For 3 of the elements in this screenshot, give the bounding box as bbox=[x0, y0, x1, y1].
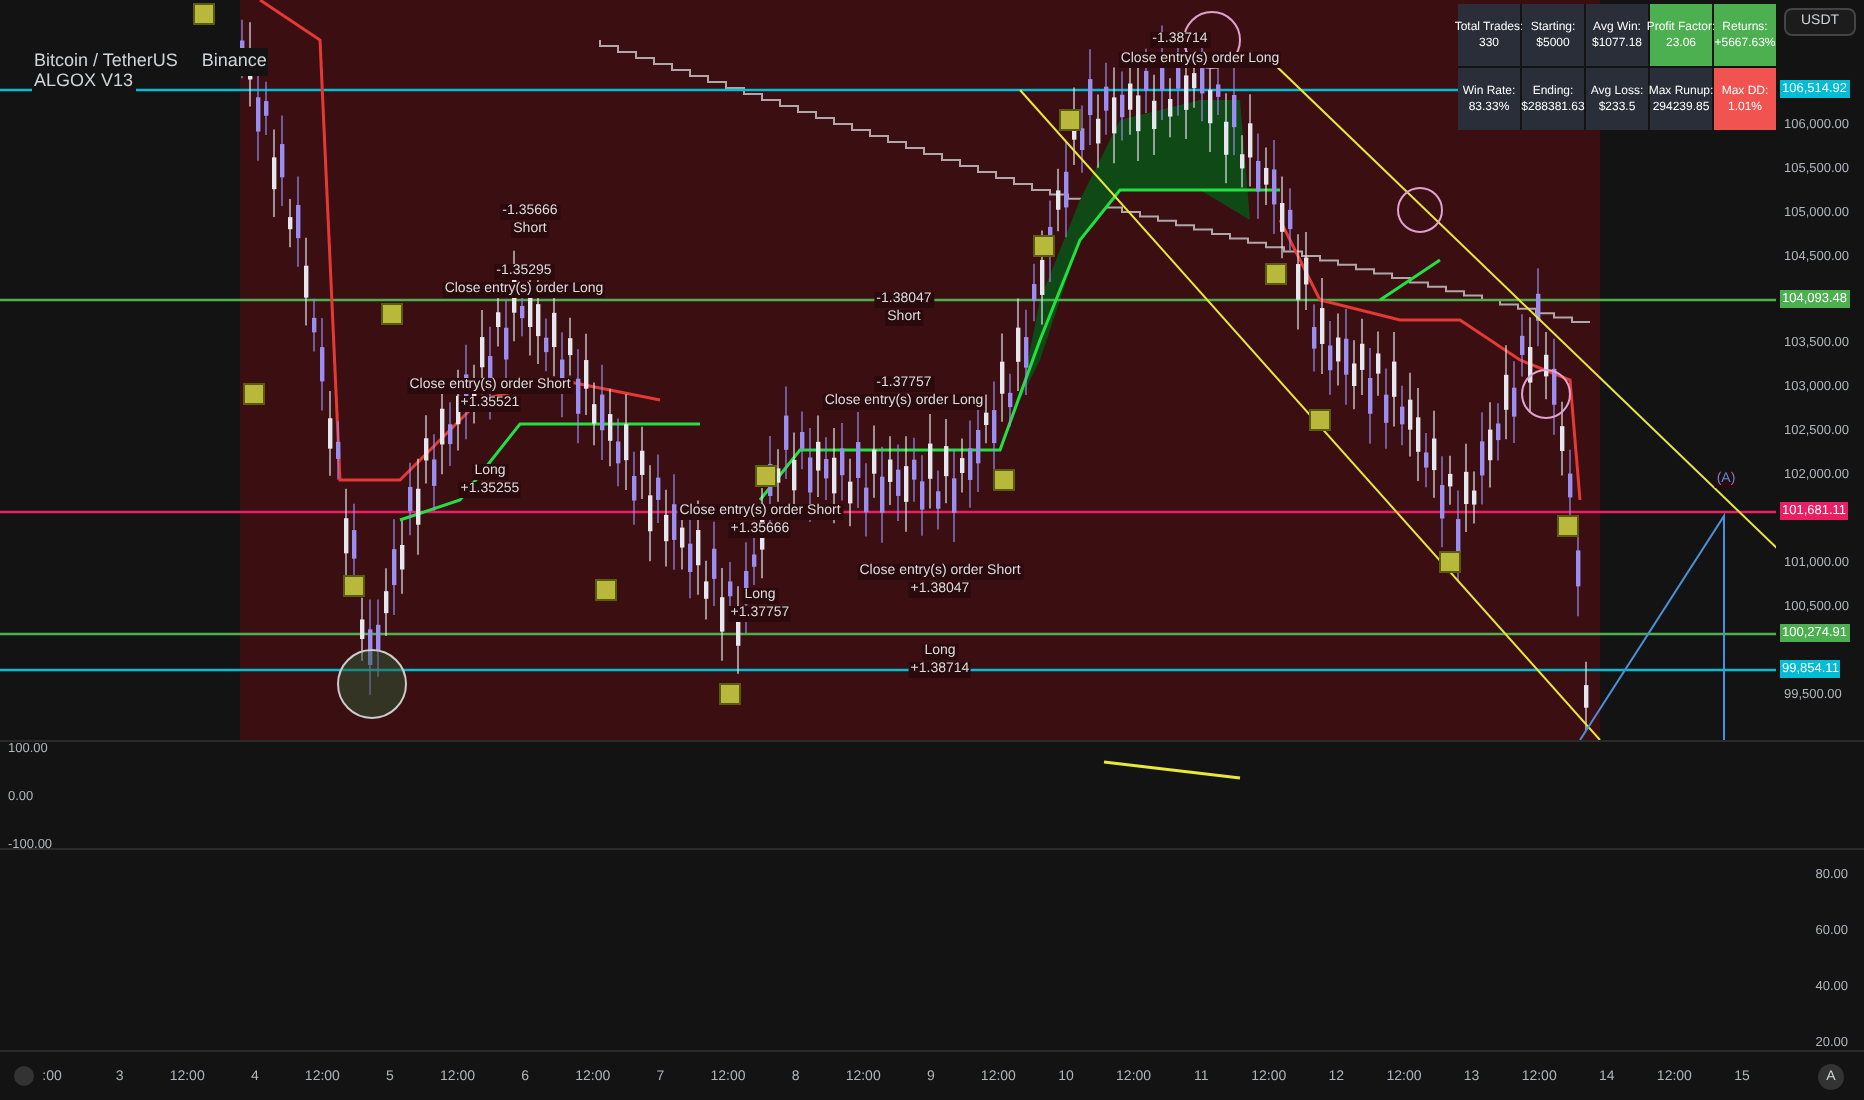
oscillator-line bbox=[1103, 760, 1241, 780]
exchange-name: Binance bbox=[199, 48, 269, 75]
indicator-name: ALGOX V13 bbox=[32, 68, 136, 95]
